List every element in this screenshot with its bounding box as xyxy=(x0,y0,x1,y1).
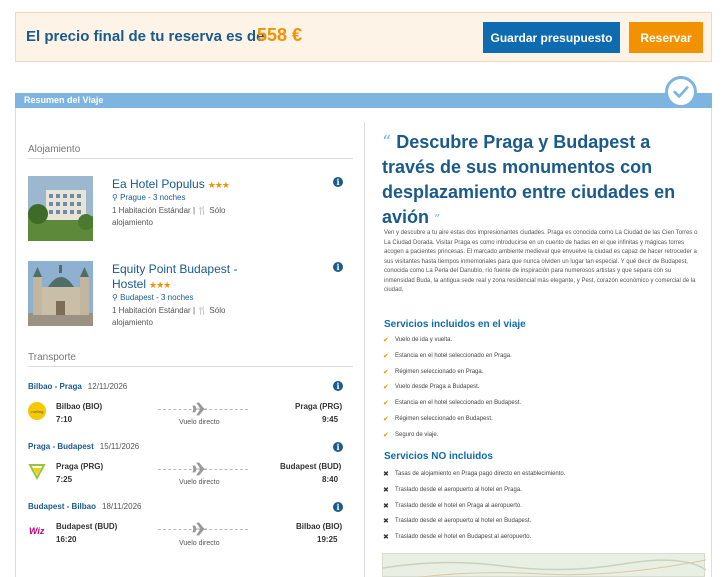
map-preview[interactable] xyxy=(382,553,707,577)
check-icon xyxy=(665,76,697,108)
svg-text:Wiz: Wiz xyxy=(29,526,45,536)
transport-title: Transporte xyxy=(28,352,76,363)
not-included-item: Traslado desde el aeropuerto al hotel en… xyxy=(395,518,532,525)
arrival-time: 9:45 xyxy=(322,415,339,424)
accommodation-title: Alojamiento xyxy=(28,144,81,155)
not-included-item: Traslado desde el aeropuerto al hotel en… xyxy=(395,486,522,493)
hotel-name-populus[interactable]: Ea Hotel Populus ★★★ xyxy=(112,177,230,193)
arrival-airport: Bilbao (BIO) xyxy=(296,522,343,531)
check-icon: ✔ xyxy=(383,400,389,408)
cross-icon: ✖ xyxy=(383,534,389,542)
flight-route: Praga - Budapest 15/11/2026 xyxy=(28,442,140,451)
plane-icon xyxy=(192,462,207,476)
included-item: Vuelo de ida y vuelta. xyxy=(395,337,453,343)
departure-airport: Bilbao (BIO) xyxy=(56,402,103,411)
trip-title: “ Descubre Praga y Budapest a través de … xyxy=(382,132,676,227)
cross-icon: ✖ xyxy=(383,486,389,494)
hotel-room-info: 1 Habitación Estándar | 🍴 Sólo alojamien… xyxy=(112,306,226,327)
info-icon[interactable]: i xyxy=(333,502,343,512)
summary-title: Resumen del Viaje xyxy=(24,95,104,105)
price-label: El precio final de tu reserva es de xyxy=(26,28,265,45)
included-item: Vuelo desde Praga a Budapest. xyxy=(395,384,480,391)
hotel-stars: ★★★ xyxy=(207,180,230,190)
hotel-location: ⚲ Budapest - 3 noches xyxy=(112,293,194,302)
departure-time: 16:20 xyxy=(56,535,77,544)
hotel-name-equity-point[interactable]: Equity Point Budapest - Hostel ★★★ xyxy=(112,262,262,293)
not-included-item: Tasas de alojamiento en Praga pago direc… xyxy=(395,471,566,477)
arrival-airport: Budapest (BUD) xyxy=(280,462,342,471)
check-icon: ✔ xyxy=(383,337,389,344)
info-icon[interactable]: i xyxy=(333,381,343,391)
plane-icon xyxy=(192,522,207,536)
not-included-item: Traslado desde el hotel en Praga al aero… xyxy=(395,502,522,509)
wizz-logo-icon: Wiz xyxy=(29,526,45,536)
open-quote: “ xyxy=(382,132,392,153)
save-budget-button[interactable]: Guardar presupuesto xyxy=(483,22,620,53)
departure-airport: Praga (PRG) xyxy=(56,462,104,471)
cross-icon: ✖ xyxy=(383,518,389,526)
check-icon: ✔ xyxy=(383,431,389,439)
summary-header: Resumen del Viaje xyxy=(15,93,712,108)
departure-airport: Budapest (BUD) xyxy=(56,522,118,531)
svg-text:vueling: vueling xyxy=(31,409,44,414)
hotel-location: ⚲ Prague - 3 noches xyxy=(112,193,186,202)
flight-type: Vuelo directo xyxy=(179,479,220,486)
section-divider xyxy=(28,366,353,367)
included-item: Seguro de viaje. xyxy=(395,431,439,438)
arrival-airport: Praga (PRG) xyxy=(295,402,343,411)
arrival-time: 19:25 xyxy=(317,535,338,544)
vueling-logo-icon: vueling xyxy=(28,402,46,420)
included-item: Estancia en el hotel seleccionado en Pra… xyxy=(395,352,512,359)
close-quote: ” xyxy=(434,212,441,226)
book-button[interactable]: Reservar xyxy=(629,22,703,53)
column-divider xyxy=(364,122,365,577)
info-icon[interactable]: i xyxy=(333,177,343,187)
departure-time: 7:10 xyxy=(56,415,73,424)
total-price: 558 € xyxy=(257,25,303,45)
trip-summary: Alojamiento Ea Hotel Populus ★★★ ⚲ Prague… xyxy=(15,108,712,577)
flight-route: Bilbao - Praga 12/11/2026 xyxy=(28,382,128,391)
departure-time: 7:25 xyxy=(56,475,73,484)
included-item: Régimen seleccionado en Budapest. xyxy=(395,416,493,422)
included-item: Régimen seleccionado en Praga. xyxy=(395,368,484,375)
included-item: Estancia en el hotel seleccionado en Bud… xyxy=(395,400,522,407)
plane-icon xyxy=(192,402,207,416)
check-icon: ✔ xyxy=(383,352,389,360)
flight-date: 12/11/2026 xyxy=(87,382,128,391)
hotel-stars: ★★★ xyxy=(149,280,171,290)
not-included-item: Traslado desde el hotel en Budapest al a… xyxy=(395,534,532,541)
check-icon: ✔ xyxy=(383,384,389,392)
airline-logo-icon xyxy=(28,464,46,480)
cross-icon: ✖ xyxy=(383,502,389,510)
check-icon: ✔ xyxy=(383,416,389,423)
flight-route: Budapest - Bilbao 18/11/2026 xyxy=(28,502,142,511)
info-icon[interactable]: i xyxy=(333,442,343,452)
hotel-room-info: 1 Habitación Estándar | 🍴 Sólo alojamien… xyxy=(112,206,226,227)
section-divider xyxy=(28,158,353,159)
arrival-time: 8:40 xyxy=(322,475,339,484)
price-bar: El precio final de tu reserva es de 558 … xyxy=(15,12,712,62)
hotel-image-populus[interactable] xyxy=(28,176,93,241)
flight-type: Vuelo directo xyxy=(179,419,220,426)
flight-type: Vuelo directo xyxy=(179,540,220,547)
hotel-image-equity-point[interactable] xyxy=(28,261,93,326)
not-included-title: Servicios NO incluidos xyxy=(384,451,493,462)
included-title: Servicios incluidos en el viaje xyxy=(384,319,526,330)
cross-icon: ✖ xyxy=(383,471,389,478)
info-icon[interactable]: i xyxy=(333,262,343,272)
flight-date: 15/11/2026 xyxy=(99,442,140,451)
trip-description: Ven y descubre a tu aire estas dos impre… xyxy=(384,230,698,293)
check-icon: ✔ xyxy=(383,368,389,376)
flight-date: 18/11/2026 xyxy=(102,502,142,511)
